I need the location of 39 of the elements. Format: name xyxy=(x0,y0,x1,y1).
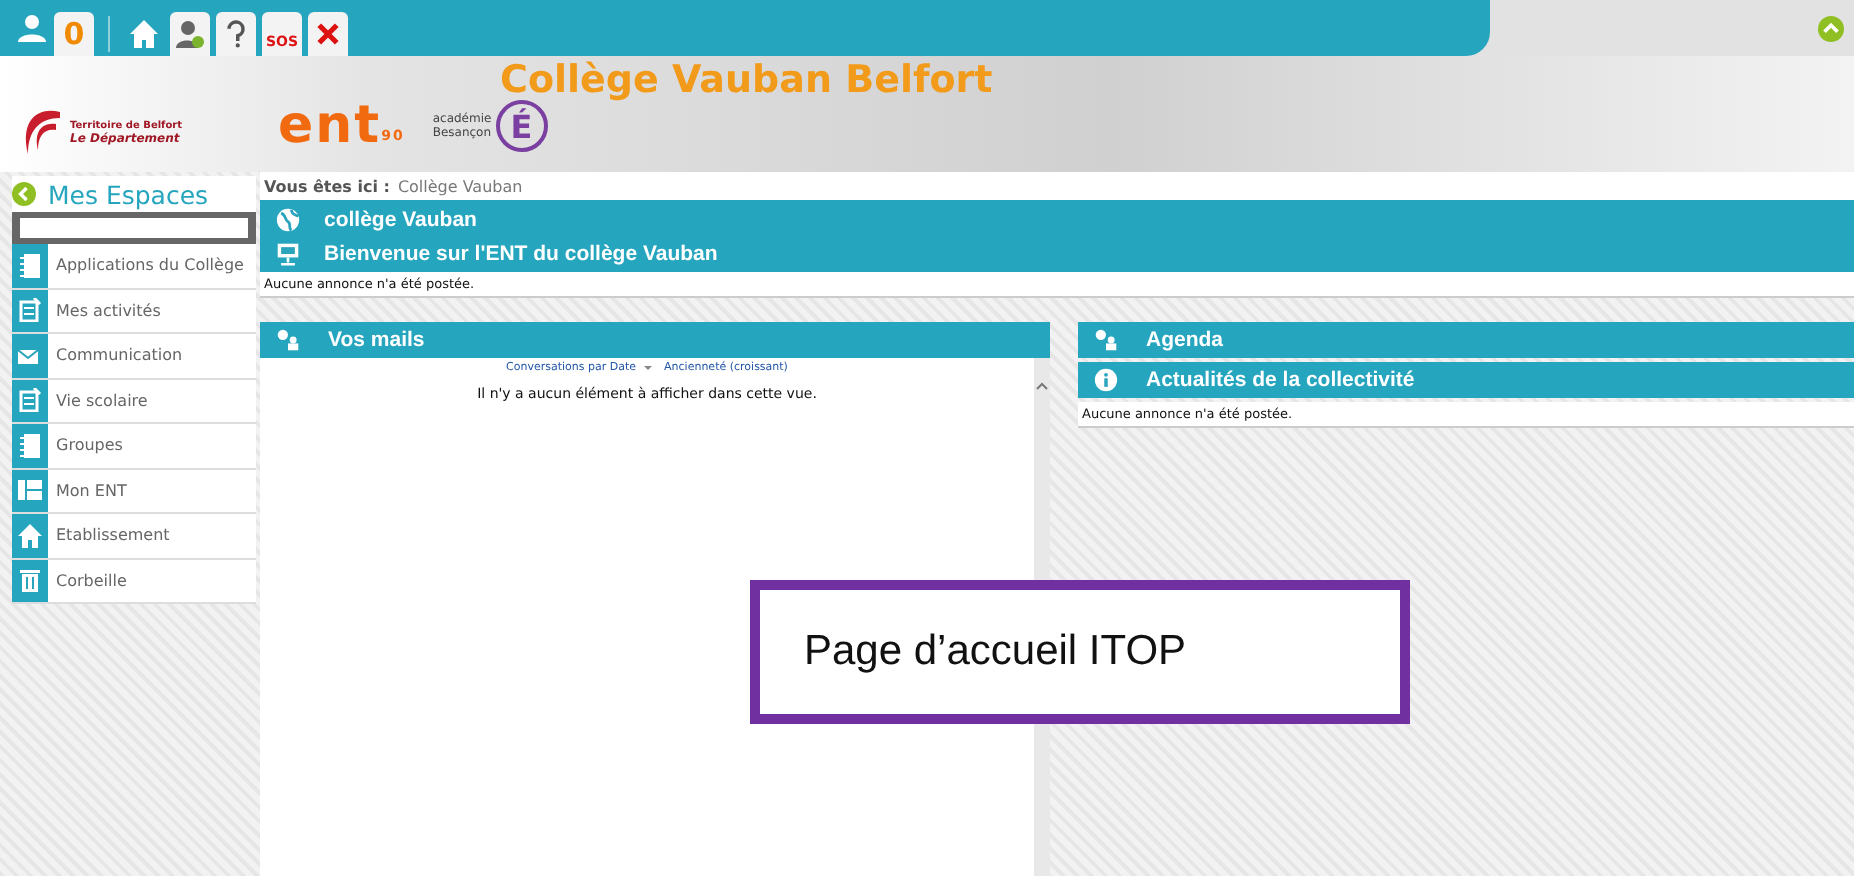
collapse-icon[interactable] xyxy=(1818,15,1844,41)
close-icon[interactable] xyxy=(308,12,349,56)
caret-icon xyxy=(644,366,653,370)
monitor-icon xyxy=(276,241,300,265)
sidebar-item[interactable]: Communication xyxy=(48,334,256,377)
sidebar-item[interactable]: Vie scolaire xyxy=(48,379,256,422)
sidebar-item[interactable]: Groupes xyxy=(48,424,256,467)
sidebar-item[interactable]: Mon ENT xyxy=(48,469,256,512)
profile-icon[interactable] xyxy=(170,12,210,56)
home-icon xyxy=(18,523,42,548)
search-field[interactable] xyxy=(20,218,248,238)
info-icon xyxy=(1094,368,1118,392)
help-icon[interactable] xyxy=(216,12,256,56)
school-title: Collège Vauban Belfort xyxy=(500,58,993,102)
people-icon xyxy=(276,328,300,352)
annotation-box: Page d’accueil ITOP xyxy=(750,580,1410,724)
breadcrumb-label: Vous êtes ici : xyxy=(264,177,390,195)
people-icon xyxy=(1094,328,1118,352)
sidebar-title: Mes Espaces xyxy=(48,179,209,209)
panel-title: collège Vauban xyxy=(324,207,477,231)
layout-icon xyxy=(18,478,42,503)
clipboard-icon xyxy=(18,388,42,413)
user-icon[interactable] xyxy=(16,12,48,44)
agenda-title: Agenda xyxy=(1146,328,1224,352)
notebook-icon xyxy=(18,433,42,458)
scroll-up-icon[interactable] xyxy=(1036,382,1048,390)
sidebar-item[interactable]: Applications du Collège xyxy=(48,244,256,287)
back-icon[interactable] xyxy=(12,182,36,206)
trash-icon xyxy=(18,568,42,593)
clipboard-icon xyxy=(18,298,42,323)
news-title: Actualités de la collectivité xyxy=(1146,368,1415,392)
sidebar-item[interactable]: Mes activités xyxy=(48,289,256,332)
mails-title: Vos mails xyxy=(328,328,425,352)
globe-icon xyxy=(276,207,300,231)
panel-subtitle: Bienvenue sur l'ENT du collège Vauban xyxy=(324,241,718,265)
breadcrumb-link[interactable]: Collège Vauban xyxy=(397,177,523,195)
sidebar-item[interactable]: Corbeille xyxy=(48,559,256,602)
sidebar-item[interactable]: Etablissement xyxy=(48,514,256,557)
notebook-icon xyxy=(18,253,42,278)
